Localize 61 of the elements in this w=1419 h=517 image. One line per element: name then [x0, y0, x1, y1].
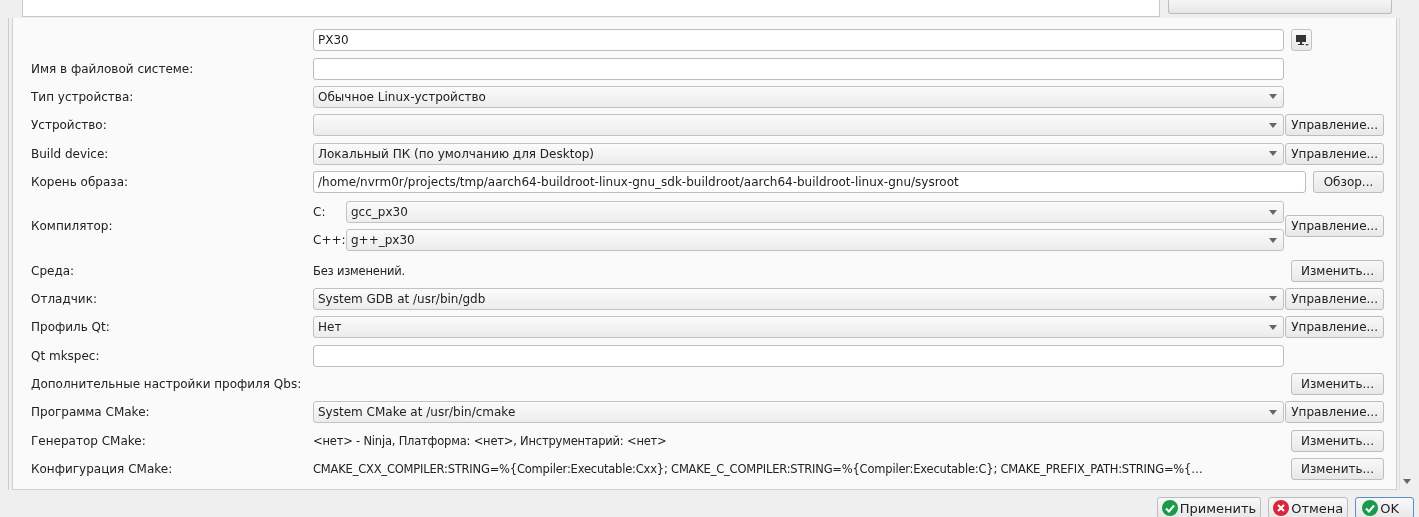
filter-button[interactable] — [1168, 0, 1392, 14]
caret-icon — [1269, 237, 1277, 243]
dropdown[interactable]: Нет — [313, 316, 1284, 339]
dropdown[interactable]: System GDB at /usr/bin/gdb — [313, 287, 1284, 310]
field-label: Устройство: — [31, 118, 107, 133]
value-text: Без изменений. — [313, 263, 405, 278]
field-label: Программа CMake: — [31, 405, 150, 420]
dropdown[interactable]: gcc_px30 — [346, 201, 1284, 224]
action-button[interactable]: Управление... — [1285, 114, 1384, 137]
action-button[interactable]: Управление... — [1285, 287, 1384, 310]
caret-icon — [1269, 324, 1277, 330]
action-button[interactable]: Изменить... — [1291, 373, 1384, 396]
text-field[interactable]: /home/nvrm0r/projects/tmp/aarch64-buildroot-linux-gnu_sdk-buildroot/aarch64-buildroot-linux-gnu/sysroot — [313, 171, 1306, 194]
scroll-down-icon[interactable] — [1403, 479, 1411, 484]
language-label: C: — [313, 205, 327, 220]
caret-icon — [1269, 410, 1277, 415]
text-field[interactable] — [313, 344, 1284, 367]
dropdown[interactable]: Локальный ПК (по умолчанию для Desktop) — [313, 142, 1284, 165]
field-label: Qt mkspec: — [31, 348, 100, 363]
text-field[interactable]: PX30 — [313, 29, 1284, 52]
field-label: Корень образа: — [31, 175, 129, 190]
dropdown[interactable]: Обычное Linux-устройство — [313, 85, 1284, 108]
action-button[interactable]: Изменить... — [1291, 259, 1384, 282]
action-button[interactable]: Управление... — [1285, 215, 1384, 238]
action-button[interactable]: Обзор... — [1313, 171, 1384, 194]
field-label: Компилятор: — [31, 219, 113, 234]
dropdown[interactable] — [313, 114, 1284, 137]
caret-icon — [1269, 209, 1277, 215]
scrollbar[interactable] — [1399, 18, 1413, 490]
cancel-icon — [1273, 500, 1290, 516]
action-button[interactable]: Изменить... — [1291, 458, 1384, 481]
caret-icon — [1269, 296, 1277, 302]
field-label: Среда: — [31, 263, 75, 278]
field-label: Тип устройства: — [31, 89, 134, 104]
field-label: Имя в файловой системе: — [31, 61, 194, 76]
dropdown[interactable]: g++_px30 — [346, 229, 1284, 252]
action-button[interactable]: Управление... — [1285, 401, 1384, 424]
value-text: <нет> - Ninja, Платформа: <нет>, Инструментарий: <нет> — [313, 433, 667, 448]
field-label: Конфигурация CMake: — [31, 462, 173, 477]
check-icon — [1362, 500, 1379, 516]
caret-icon — [1269, 94, 1277, 100]
action-button[interactable]: Управление... — [1285, 316, 1384, 339]
field-label: Build device: — [31, 146, 109, 161]
dialog-button[interactable]: OK — [1355, 497, 1414, 517]
field-label: Профиль Qt: — [31, 320, 110, 335]
field-label: Дополнительные настройки профиля Qbs: — [31, 377, 302, 392]
field-label: Отладчик: — [31, 291, 97, 306]
field-label: Генератор CMake: — [31, 433, 146, 448]
dropdown[interactable]: System CMake at /usr/bin/cmake — [313, 401, 1284, 424]
action-button[interactable]: Изменить... — [1291, 429, 1384, 452]
device-icon-button[interactable] — [1291, 29, 1312, 52]
dialog-button[interactable]: Отмена — [1268, 497, 1349, 517]
check-icon — [1161, 500, 1178, 516]
dialog-button[interactable]: Применить — [1156, 497, 1262, 517]
text-field[interactable] — [313, 57, 1284, 80]
action-button[interactable]: Управление... — [1285, 142, 1384, 165]
caret-icon — [1269, 151, 1277, 157]
value-text: CMAKE_CXX_COMPILER:STRING=%{Compiler:Executable:Cxx}; CMAKE_C_COMPILER:STRING=%{Compiler:Executable:C}; CMAKE_PREFIX_PATH:STRING=%{… — [313, 462, 1203, 477]
language-label: C++: — [313, 233, 346, 248]
monitor-icon — [1294, 34, 1309, 47]
caret-icon — [1269, 122, 1277, 128]
